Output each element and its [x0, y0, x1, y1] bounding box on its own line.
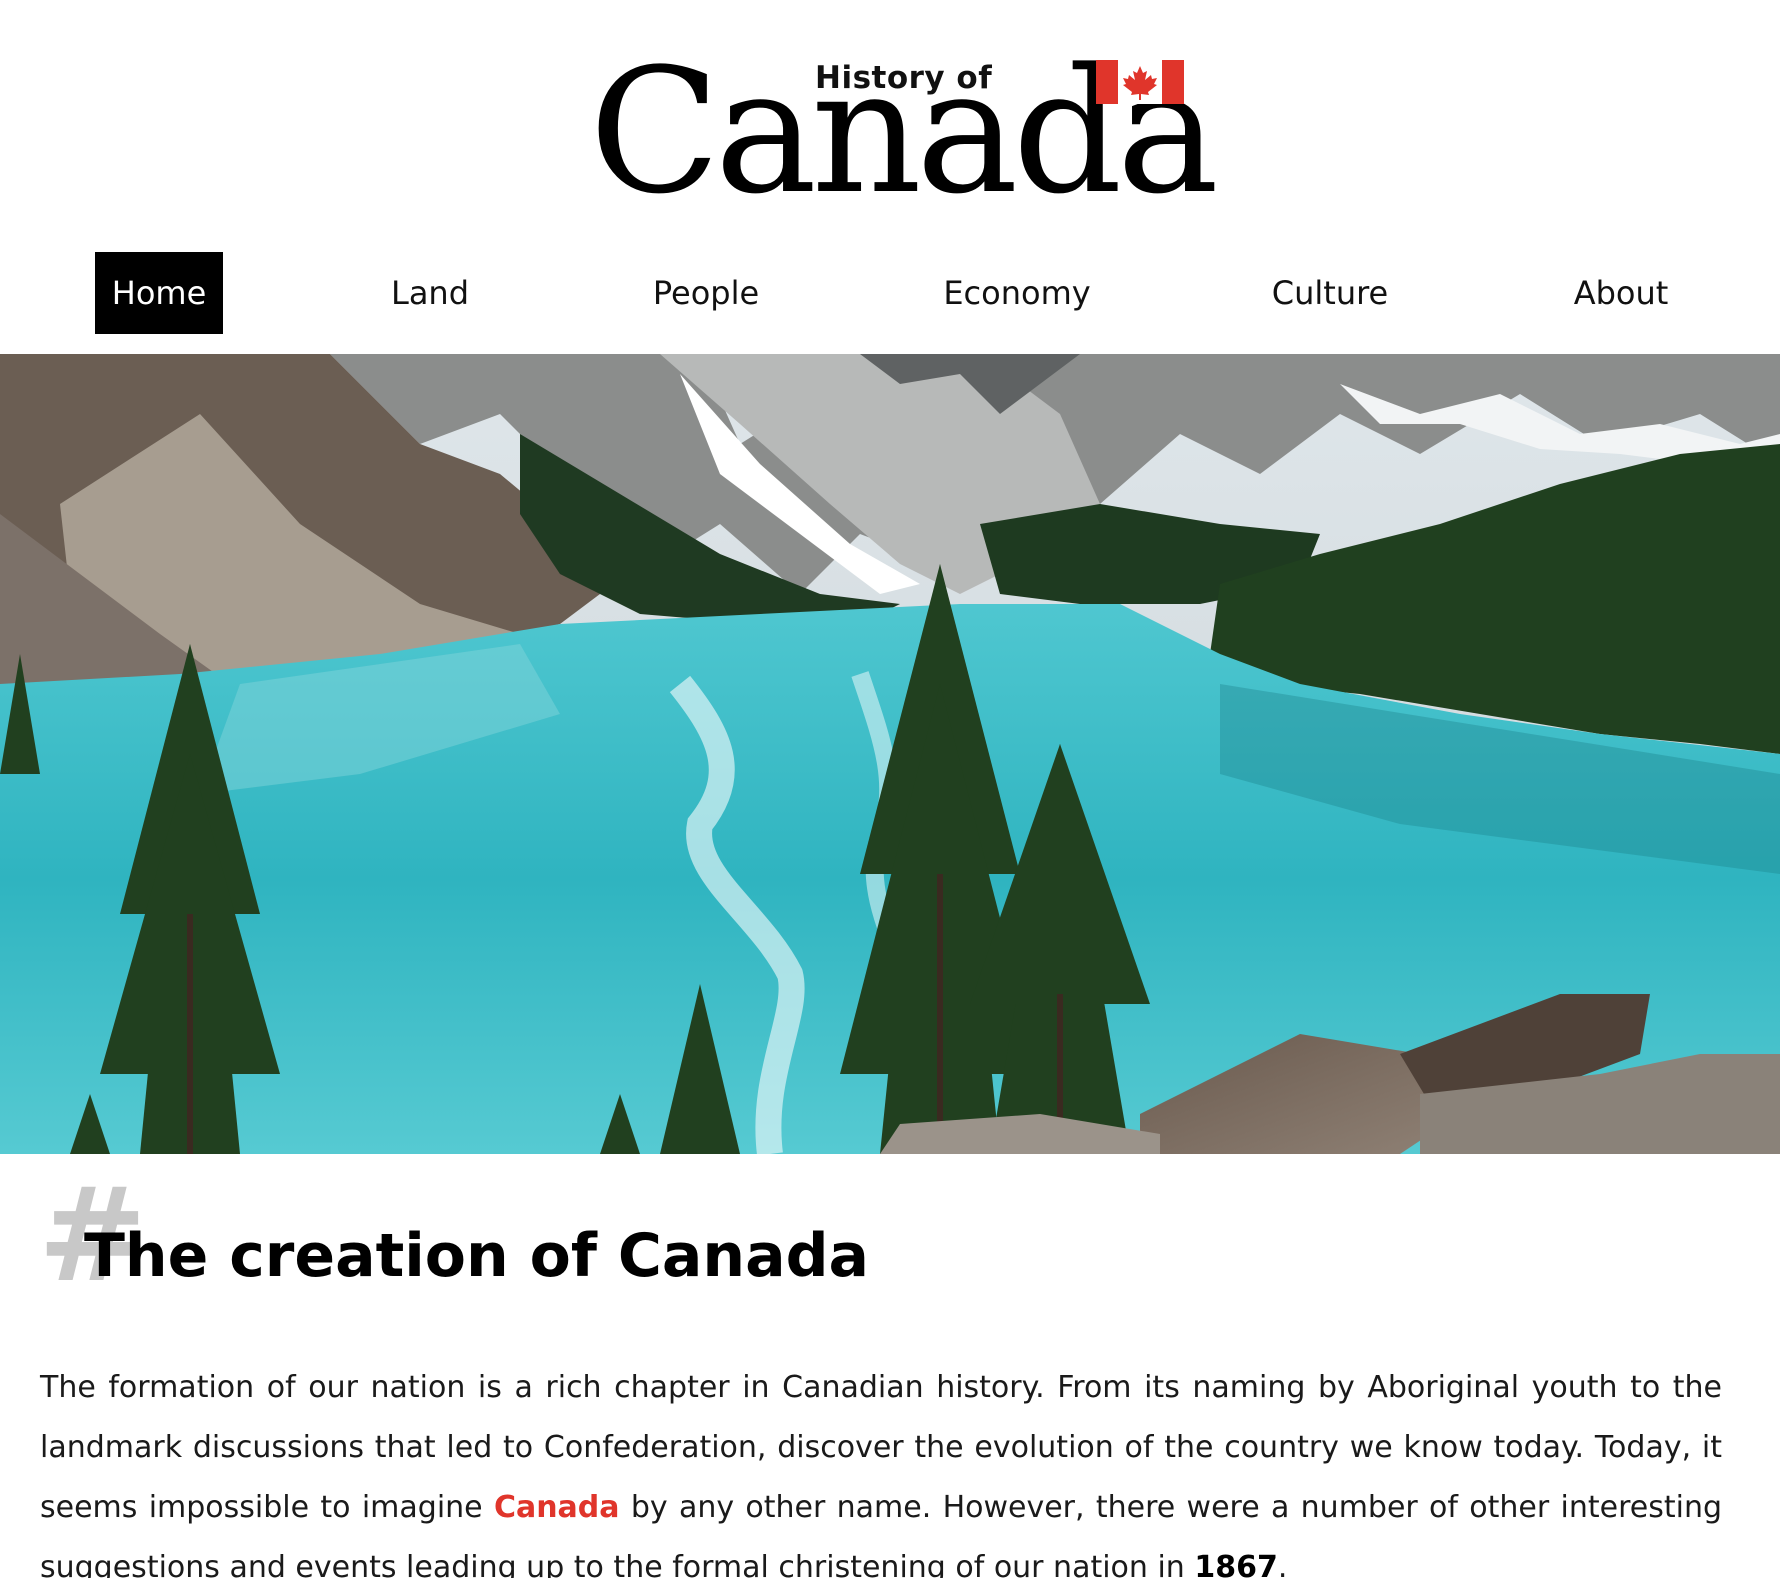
- main-nav: Home Land People Economy Culture About: [0, 252, 1780, 334]
- paragraph-text-3: .: [1277, 1550, 1288, 1578]
- intro-paragraph: The formation of our nation is a rich ch…: [40, 1358, 1722, 1578]
- nav-item-about[interactable]: About: [1561, 252, 1681, 334]
- canada-flag-icon: [1096, 60, 1184, 104]
- nav-item-land[interactable]: Land: [375, 252, 485, 334]
- logo-subtitle: History of: [815, 60, 993, 96]
- hero-image: [0, 354, 1780, 1154]
- year-highlight: 1867: [1194, 1550, 1278, 1578]
- nav-item-people[interactable]: People: [641, 252, 771, 334]
- page-title: The creation of Canada: [84, 1221, 870, 1291]
- nav-item-home[interactable]: Home: [95, 252, 223, 334]
- nav-item-culture[interactable]: Culture: [1257, 252, 1403, 334]
- nav-item-economy[interactable]: Economy: [933, 252, 1101, 334]
- site-logo[interactable]: Canada History of: [585, 40, 1219, 222]
- mountain-lake-illustration: [0, 354, 1780, 1154]
- highlight-canada-link[interactable]: Canada: [494, 1490, 620, 1525]
- page: Canada History of Home Land People Econo…: [0, 0, 1780, 1578]
